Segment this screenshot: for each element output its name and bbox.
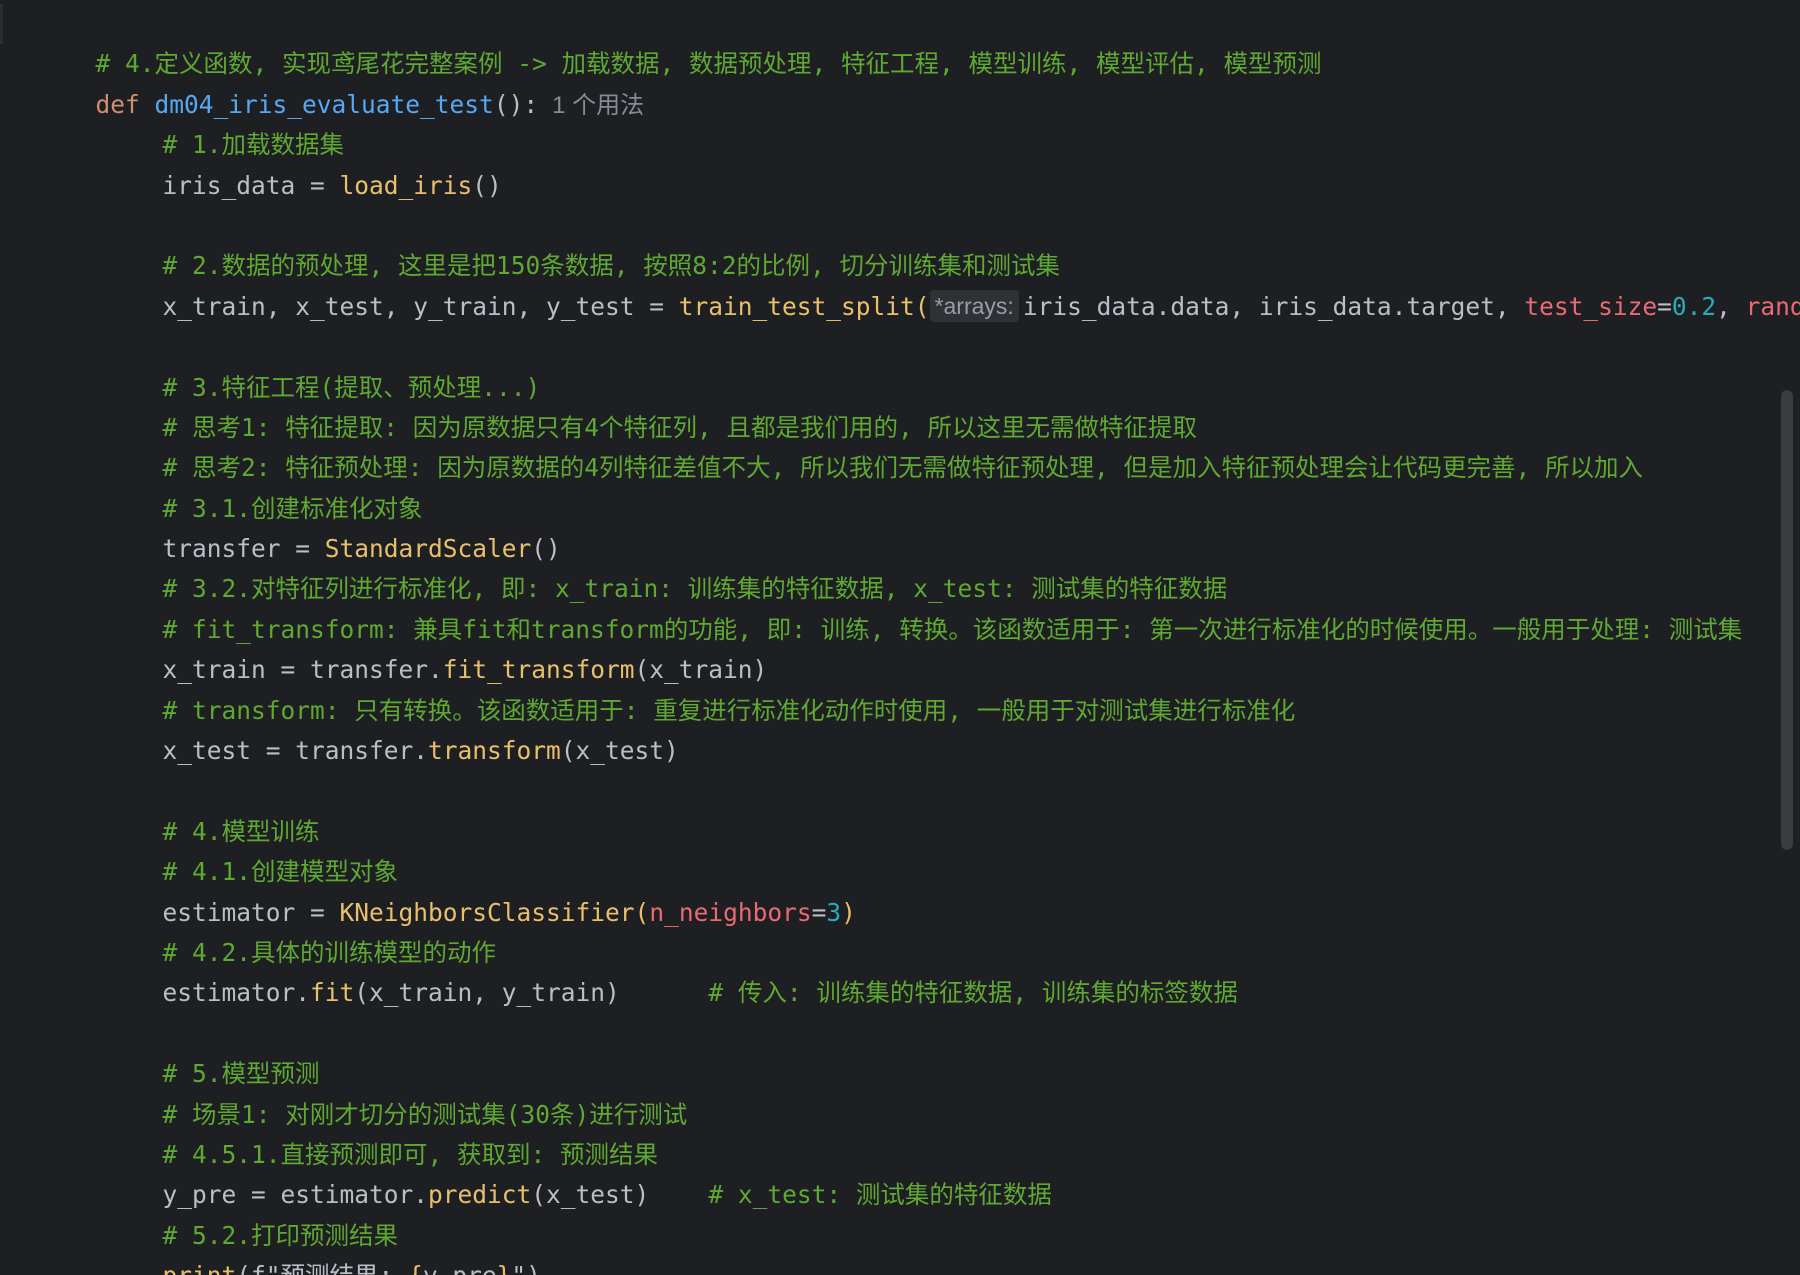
string-literal: (f"预测结果: [236, 1261, 408, 1275]
code-line[interactable]: x_train, x_test, y_train, y_test = train… [0, 246, 1800, 322]
code-line[interactable]: # fit_transform: 兼具fit和transform的功能, 即: … [0, 569, 1800, 644]
fstring-brace: } [497, 1261, 512, 1275]
code-line[interactable]: # 5.2.打印预测结果 [0, 1175, 1800, 1250]
code-editor[interactable]: # 4.定义函数, 实现鸢尾花完整案例 -> 加载数据, 数据预处理, 特征工程… [0, 0, 1800, 1275]
code-line[interactable]: # transform: 只有转换。该函数适用于: 重复进行标准化动作时使用, … [0, 650, 1800, 725]
fstring-brace: { [408, 1261, 423, 1275]
code-line[interactable]: x_test = transfer.transform(x_test) [0, 691, 1800, 765]
code-line[interactable]: # 1.加载数据集 [0, 85, 1800, 159]
code-line[interactable]: y_pre = estimator.predict(x_test) # x_te… [0, 1135, 1800, 1209]
code-line[interactable]: estimator.fit(x_train, y_train) # 传入: 训练… [0, 933, 1800, 1007]
code-line[interactable]: # 思考2: 特征预处理: 因为原数据的4列特征差值不大, 所以我们无需做特征预… [0, 408, 1800, 482]
string-literal: ") [511, 1261, 541, 1275]
code-line[interactable]: x_train = transfer.fit_transform(x_train… [0, 610, 1800, 684]
code-line[interactable]: # 4.定义函数, 实现鸢尾花完整案例 -> 加载数据, 数据预处理, 特征工程… [0, 4, 1800, 78]
code-line[interactable]: # 4.1.创建模型对象 [0, 812, 1800, 886]
code-line[interactable]: # 4.5.1.直接预测即可, 获取到: 预测结果 [0, 1095, 1800, 1169]
code-area[interactable]: # 4.定义函数, 实现鸢尾花完整案例 -> 加载数据, 数据预处理, 特征工程… [0, 4, 1800, 1275]
code-line[interactable]: # 3.2.对特征列进行标准化, 即: x_train: 训练集的特征数据, x… [0, 529, 1800, 603]
variable: y_pre [423, 1261, 497, 1275]
code-line[interactable]: # 2.数据的预处理, 这里是把150条数据, 按照8:2的比例, 切分训练集和… [0, 206, 1800, 280]
code-line[interactable]: # 场景1: 对刚才切分的测试集(30条)进行测试 [0, 1054, 1800, 1129]
blank-line[interactable] [0, 287, 1800, 327]
function-call[interactable]: print [163, 1261, 237, 1275]
code-line[interactable]: print(f"预测结果: {y_pre}") [0, 1216, 1800, 1275]
code-line[interactable]: transfer = StandardScaler() [0, 489, 1800, 563]
code-line[interactable]: # 3.1.创建标准化对象 [0, 448, 1800, 523]
blank-line[interactable] [0, 166, 1800, 206]
code-line[interactable]: # 4.模型训练 [0, 771, 1800, 846]
blank-line[interactable] [0, 973, 1800, 1013]
vertical-scrollbar-thumb[interactable] [1781, 390, 1793, 850]
code-line[interactable]: iris_data = load_iris() [0, 125, 1800, 200]
code-line[interactable]: def dm04_iris_evaluate_test(): 1 个用法 [0, 44, 1800, 119]
code-line[interactable]: # 5.模型预测 [0, 1014, 1800, 1088]
code-line[interactable]: # 3.特征工程(提取、预处理...) [0, 327, 1800, 402]
code-line[interactable]: # 4.2.具体的训练模型的动作 [0, 893, 1800, 967]
code-line[interactable]: estimator = KNeighborsClassifier(n_neigh… [0, 852, 1800, 927]
gutter [0, 4, 3, 45]
blank-line[interactable] [0, 731, 1800, 771]
code-line[interactable]: # 思考1: 特征提取: 因为原数据只有4个特征列, 且都是我们用的, 所以这里… [0, 368, 1800, 442]
